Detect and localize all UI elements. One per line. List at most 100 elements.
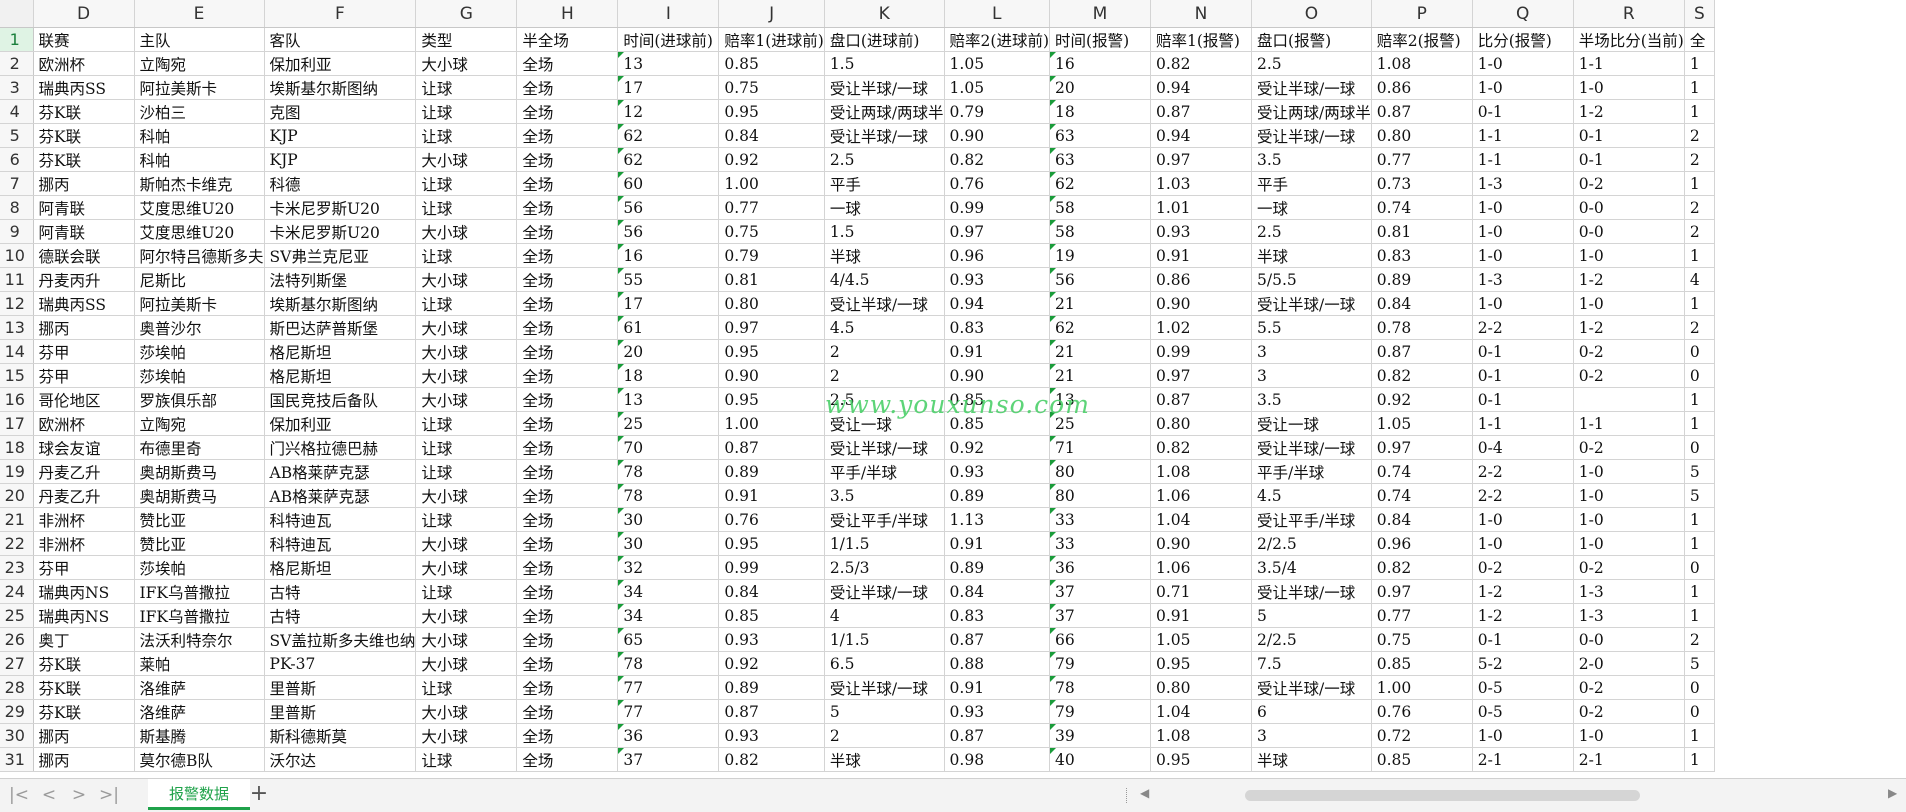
cell[interactable]: 1-0 xyxy=(1472,243,1574,268)
cell[interactable]: 0.84 xyxy=(1371,507,1473,532)
cell[interactable]: 法沃利特奈尔 xyxy=(134,627,265,652)
cell[interactable]: 0.78 xyxy=(1371,315,1473,340)
cell[interactable]: 立陶宛 xyxy=(134,411,265,436)
cell[interactable]: 0.79 xyxy=(718,243,825,268)
cell[interactable]: 沃尔达 xyxy=(264,747,417,772)
cell[interactable]: 7.5 xyxy=(1251,651,1372,676)
cell[interactable]: 0.82 xyxy=(944,147,1051,172)
cell[interactable]: 0.95 xyxy=(718,99,825,124)
cell[interactable]: 半场比分(当前) xyxy=(1573,27,1685,52)
cell[interactable]: 科特迪瓦 xyxy=(264,531,417,556)
row-header[interactable]: 24 xyxy=(0,579,34,604)
sheet-tab-active[interactable]: 报警数据 xyxy=(148,779,250,810)
row-header[interactable]: 8 xyxy=(0,195,34,220)
cell[interactable]: 1.03 xyxy=(1150,171,1253,196)
cell[interactable]: 0.99 xyxy=(944,195,1051,220)
cell[interactable]: 13 xyxy=(617,387,720,412)
cell[interactable]: 赔率1(报警) xyxy=(1150,27,1253,52)
cell[interactable]: 全场 xyxy=(516,171,619,196)
cell[interactable]: 21 xyxy=(1049,363,1152,388)
column-header[interactable]: H xyxy=(516,0,619,28)
cell[interactable]: 瑞典丙NS xyxy=(33,603,135,628)
cell[interactable]: 0-0 xyxy=(1573,627,1685,652)
cell[interactable]: 0.94 xyxy=(1150,123,1253,148)
cell[interactable]: 欧洲杯 xyxy=(33,51,135,76)
row-header[interactable]: 3 xyxy=(0,75,34,100)
cell[interactable]: 0.79 xyxy=(944,99,1051,124)
cell[interactable]: 挪丙 xyxy=(33,315,135,340)
cell[interactable]: 30 xyxy=(617,531,720,556)
cell[interactable]: 5-2 xyxy=(1472,651,1574,676)
cell[interactable]: 让球 xyxy=(415,195,518,220)
cell[interactable]: 1-3 xyxy=(1472,171,1574,196)
cell[interactable]: 0.80 xyxy=(718,291,825,316)
cell[interactable]: 1-0 xyxy=(1472,219,1574,244)
cell[interactable]: 1-1 xyxy=(1472,411,1574,436)
cell[interactable]: 埃斯基尔斯图纳 xyxy=(264,75,417,100)
cell[interactable]: 0.87 xyxy=(944,627,1051,652)
cell[interactable]: 0.91 xyxy=(1150,243,1253,268)
cell[interactable]: 丹麦乙升 xyxy=(33,459,135,484)
cell[interactable]: 1.13 xyxy=(944,507,1051,532)
cell[interactable]: 32 xyxy=(617,555,720,580)
cell[interactable]: 全场 xyxy=(516,555,619,580)
cell[interactable]: IFK乌普撒拉 xyxy=(134,579,265,604)
cell[interactable]: 0.91 xyxy=(718,483,825,508)
cell[interactable]: 0.87 xyxy=(1150,387,1253,412)
column-header[interactable]: E xyxy=(134,0,265,28)
cell[interactable]: 79 xyxy=(1049,699,1152,724)
cell[interactable]: 0-1 xyxy=(1472,363,1574,388)
cell[interactable]: 挪丙 xyxy=(33,747,135,772)
select-all-corner[interactable] xyxy=(0,0,34,28)
cell[interactable]: 1-0 xyxy=(1573,723,1685,748)
cell[interactable]: 大小球 xyxy=(415,315,518,340)
cell[interactable]: 21 xyxy=(1049,291,1152,316)
cell[interactable]: 受让半球/一球 xyxy=(824,579,945,604)
cell[interactable]: 5 xyxy=(1684,651,1715,676)
cell[interactable]: 哥伦地区 xyxy=(33,387,135,412)
cell[interactable]: 全场 xyxy=(516,699,619,724)
row-header[interactable]: 7 xyxy=(0,171,34,196)
cell[interactable]: 全场 xyxy=(516,507,619,532)
cell[interactable]: 1 xyxy=(1684,99,1715,124)
cell[interactable]: 63 xyxy=(1049,147,1152,172)
cell[interactable]: 71 xyxy=(1049,435,1152,460)
cell[interactable]: 1 xyxy=(1684,387,1715,412)
cell[interactable]: 里普斯 xyxy=(264,699,417,724)
cell[interactable]: 4/4.5 xyxy=(824,267,945,292)
cell[interactable]: 80 xyxy=(1049,483,1152,508)
cell[interactable]: 0.87 xyxy=(944,723,1051,748)
cell[interactable]: 1.05 xyxy=(1371,411,1473,436)
cell[interactable]: 0.84 xyxy=(944,579,1051,604)
cell[interactable]: 1 xyxy=(1684,75,1715,100)
row-header[interactable]: 17 xyxy=(0,411,34,436)
cell[interactable]: 0 xyxy=(1684,675,1715,700)
cell[interactable]: 1 xyxy=(1684,531,1715,556)
cell[interactable]: 2 xyxy=(824,339,945,364)
row-header[interactable]: 16 xyxy=(0,387,34,412)
cell[interactable]: 布德里奇 xyxy=(134,435,265,460)
cell[interactable]: 17 xyxy=(617,75,720,100)
cell[interactable]: 全场 xyxy=(516,51,619,76)
cell[interactable]: 0.87 xyxy=(718,699,825,724)
cell[interactable]: 0.90 xyxy=(718,363,825,388)
cell[interactable]: 受让半球/一球 xyxy=(824,435,945,460)
cell[interactable]: 全场 xyxy=(516,531,619,556)
cell[interactable]: 0.87 xyxy=(718,435,825,460)
cell[interactable]: 赔率2(进球前) xyxy=(944,27,1051,52)
row-header[interactable]: 2 xyxy=(0,51,34,76)
cell[interactable]: 1-3 xyxy=(1573,603,1685,628)
cell[interactable]: 3.5 xyxy=(1251,387,1372,412)
cell[interactable]: 0.72 xyxy=(1371,723,1473,748)
cell[interactable]: 0.91 xyxy=(944,339,1051,364)
cell[interactable]: 欧洲杯 xyxy=(33,411,135,436)
cell[interactable]: 0.99 xyxy=(1150,339,1253,364)
cell[interactable]: 全场 xyxy=(516,75,619,100)
cell[interactable]: 主队 xyxy=(134,27,265,52)
cell[interactable]: 0.93 xyxy=(944,459,1051,484)
cell[interactable]: 全场 xyxy=(516,435,619,460)
first-sheet-button[interactable]: |< xyxy=(6,785,32,805)
tab-splitter[interactable] xyxy=(1126,788,1128,803)
cell[interactable]: 0.92 xyxy=(944,435,1051,460)
cell[interactable]: 2-2 xyxy=(1472,483,1574,508)
